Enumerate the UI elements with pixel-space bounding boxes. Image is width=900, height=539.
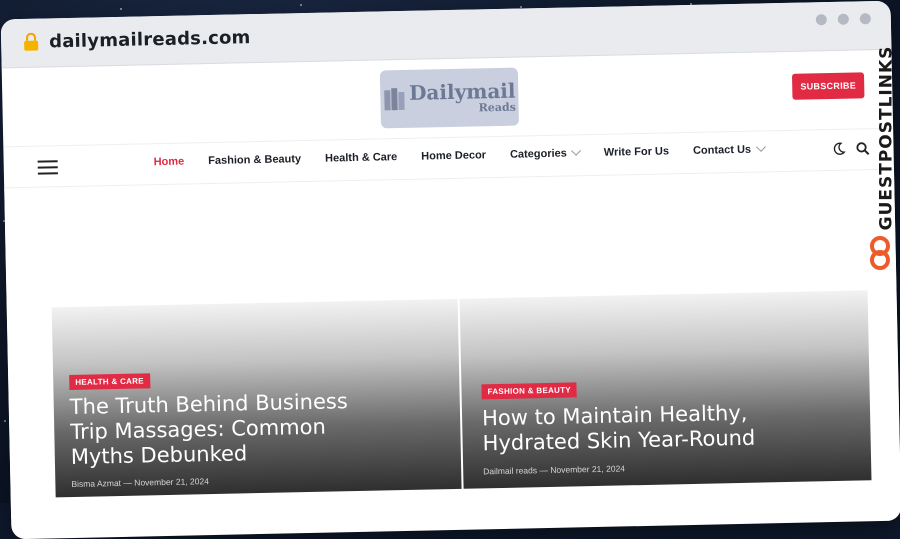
nav-item-health-care[interactable]: Health & Care: [325, 151, 397, 165]
books-icon: [384, 88, 405, 111]
nav-item-home[interactable]: Home: [154, 156, 185, 169]
subscribe-button[interactable]: SUBSCRIBE: [791, 72, 865, 100]
watermark-text: GUESTPOSTLINKS: [876, 45, 897, 231]
category-badge[interactable]: HEALTH & CARE: [69, 373, 151, 391]
window-dot[interactable]: [837, 13, 849, 25]
nav-item-home-decor[interactable]: Home Decor: [421, 149, 486, 162]
window-dot[interactable]: [859, 13, 871, 25]
chevron-down-icon: [571, 145, 582, 156]
post-date: November 21, 2024: [550, 463, 626, 475]
dark-mode-icon[interactable]: [831, 142, 846, 156]
nav-item-write-for-us[interactable]: Write For Us: [604, 145, 669, 158]
window-controls: [815, 13, 871, 26]
nav-item-categories[interactable]: Categories: [509, 145, 582, 161]
post-meta: Bisma Azmat — November 21, 2024: [71, 476, 209, 489]
post-author[interactable]: Dailmail reads: [483, 465, 537, 476]
meta-separator: —: [539, 465, 549, 476]
nav-item-label: Categories: [509, 147, 567, 161]
watermark: GUESTPOSTLINKS: [864, 40, 897, 270]
nav-item-fashion-beauty[interactable]: Fashion & Beauty: [208, 153, 301, 167]
link-icon: [870, 236, 890, 270]
window-dot[interactable]: [815, 14, 827, 26]
meta-separator: —: [123, 477, 132, 488]
post-meta: Dailmail reads — November 21, 2024: [483, 463, 625, 476]
chevron-down-icon: [755, 142, 766, 152]
nav-item-label: Contact Us: [692, 143, 752, 157]
lock-icon: [24, 32, 39, 51]
featured-posts: HEALTH & CARE The Truth Behind Business …: [4, 169, 900, 519]
post-date: November 21, 2024: [134, 476, 210, 488]
logo-title: Dailymail: [408, 78, 516, 105]
address-bar-url[interactable]: dailymailreads.com: [49, 27, 251, 52]
post-title[interactable]: The Truth Behind Business Trip Massages:…: [70, 389, 352, 470]
hamburger-menu-icon[interactable]: [37, 160, 58, 175]
category-badge[interactable]: FASHION & BEAUTY: [481, 382, 578, 400]
site-logo[interactable]: Dailymail Reads: [379, 67, 519, 129]
post-card[interactable]: FASHION & BEAUTY How to Maintain Healthy…: [459, 290, 872, 489]
nav-item-contact-us[interactable]: Contact Us: [692, 142, 766, 157]
post-author[interactable]: Bisma Azmat: [71, 478, 121, 489]
post-card[interactable]: HEALTH & CARE The Truth Behind Business …: [51, 298, 462, 498]
browser-window: dailymailreads.com Dailymail Reads SUBSC…: [0, 0, 900, 539]
post-title[interactable]: How to Maintain Healthy, Hydrated Skin Y…: [482, 400, 803, 457]
nav-menu: Home Fashion & Beauty Health & Care Home…: [154, 142, 766, 169]
